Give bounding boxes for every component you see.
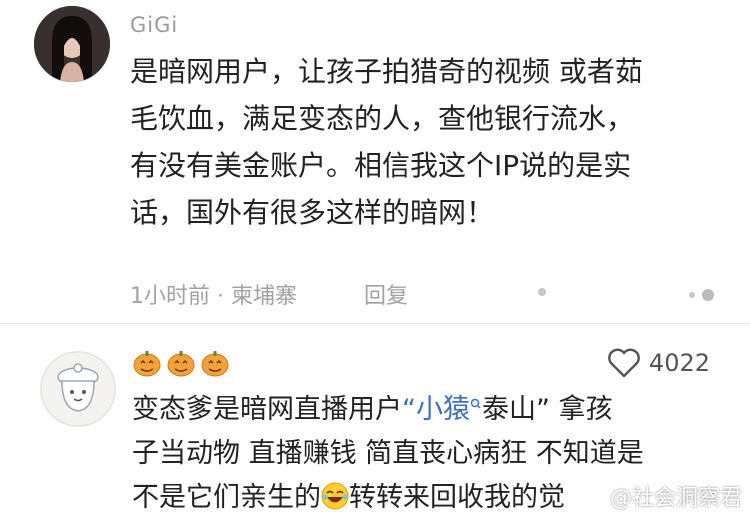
like-count: 4022 [648,349,710,377]
comment-meta: 1小时前 · 柬埔寨 [130,284,297,309]
comment-segment: 拿孩 [550,394,613,425]
mentioned-user-link[interactable]: “小猿 [402,394,482,425]
comment-segment: 泰山” [482,394,550,425]
heart-icon [608,348,640,378]
comment-gigi: GiGi 是暗网用户，让孩子拍猎奇的视频 或者茹 毛饮血，满足变态的人，查他银行… [0,0,750,323]
more-icon[interactable] [538,288,546,296]
comment-segment: 不是它们亲生的 [132,482,321,513]
pumpkin-icon [133,351,161,377]
search-icon [470,398,481,409]
comment-segment: 转转来回收我的觉 [349,482,565,513]
pumpkin-icon [201,351,229,377]
badge-row [132,348,230,382]
comment-line: 毛饮血，满足变态的人，查他银行流水， [130,102,635,135]
mention-name: “小猿 [402,394,470,425]
watermark: @社会洞察君 [609,486,742,511]
comment-line: 有没有美金账户。相信我这个IP说的是实 [130,149,632,182]
like-icon[interactable] [688,288,718,302]
avatar[interactable] [34,6,110,82]
comment-line: 子当动物 直播赚钱 简直丧心病狂 不知道是 [132,438,644,469]
username[interactable]: GiGi [130,13,178,37]
avatar[interactable] [40,351,116,427]
pumpkin-icon [167,351,195,377]
like-button[interactable]: 4022 [607,348,710,378]
avatar-cartoon [40,351,116,427]
comment-line: 是暗网用户，让孩子拍猎奇的视频 或者茹 [130,55,643,88]
comment-line: 话，国外有很多这样的暗网！ [130,196,495,229]
comment-segment: 变态爹是暗网直播用户 [132,394,402,425]
comment-line: 变态爹是暗网直播用户“小猿 泰山” 拿孩 [132,388,732,432]
reply-button[interactable]: 回复 [364,278,408,310]
laughing-emoji-icon [321,482,349,510]
avatar-photo [34,6,110,82]
comment-text: 是暗网用户，让孩子拍猎奇的视频 或者茹 毛饮血，满足变态的人，查他银行流水， 有… [130,48,720,236]
